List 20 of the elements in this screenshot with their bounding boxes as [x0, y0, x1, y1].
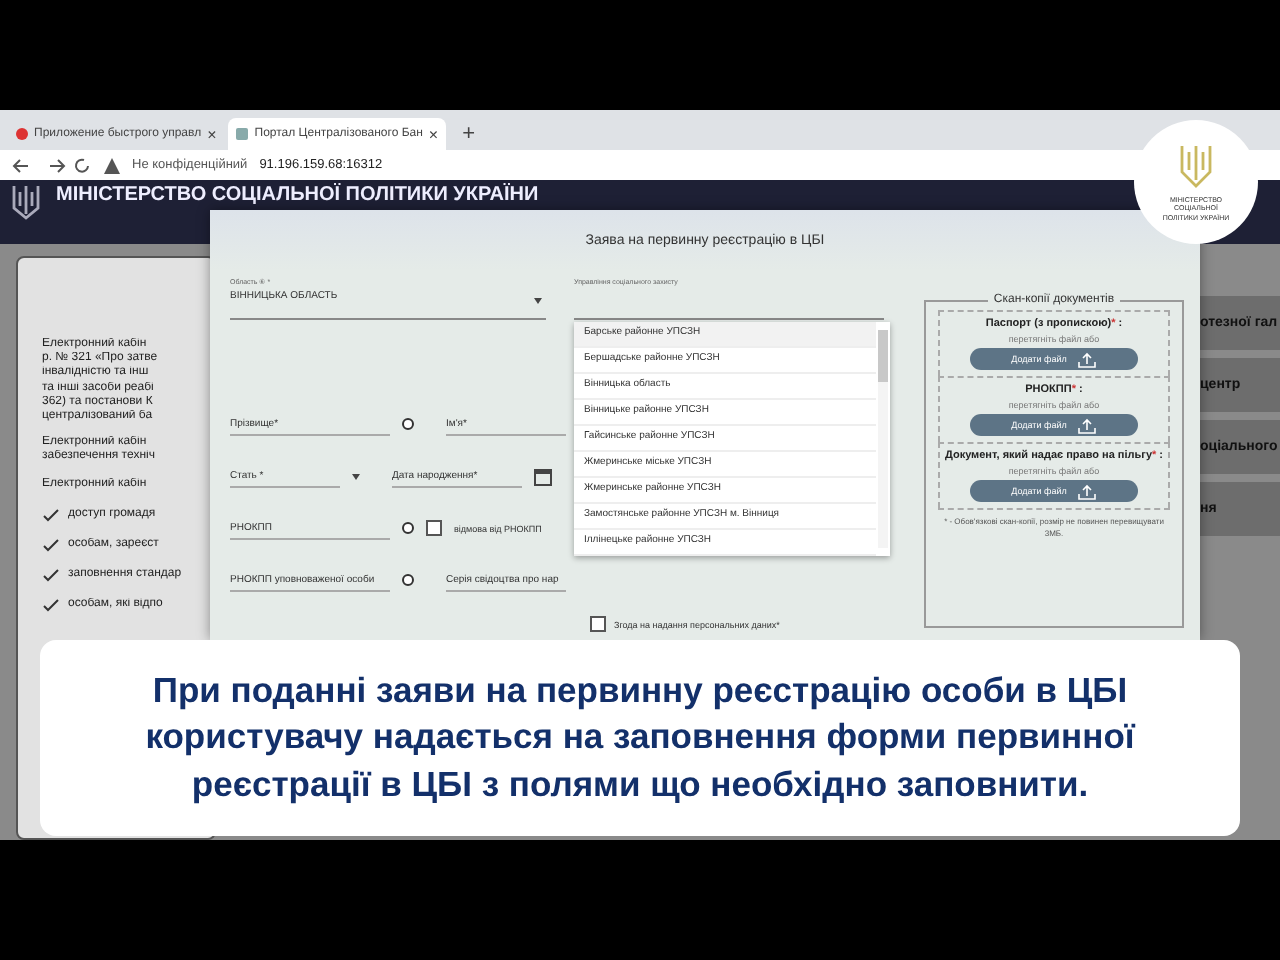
close-icon[interactable]: ×	[428, 125, 439, 143]
trident-icon	[1178, 142, 1214, 191]
checkbox[interactable]	[590, 616, 606, 632]
favicon-icon	[16, 128, 28, 140]
new-tab-button[interactable]: +	[450, 122, 488, 150]
warning-icon	[104, 157, 120, 173]
caret-icon	[534, 298, 542, 304]
navigation-icon[interactable]	[12, 155, 92, 175]
upload-icon	[1078, 351, 1097, 367]
trident-icon	[12, 184, 40, 220]
upload-icon	[1078, 417, 1097, 433]
scrollbar[interactable]	[878, 330, 888, 548]
favicon-icon	[236, 128, 249, 140]
site-title: МІНІСТЕРСТВО СОЦІАЛЬНОЇ ПОЛІТИКИ УКРАЇНИ	[56, 184, 539, 206]
caption-text: При поданні заяви на первинну реєстрацію особи в ЦБІ користувачу надається на заповнення форми первинної реєстрації в ЦБІ з полями що необхідно заповнити.	[143, 667, 1138, 808]
caret-icon	[352, 473, 360, 479]
upload-icon	[1078, 483, 1097, 499]
checkbox[interactable]	[426, 520, 442, 536]
calendar-icon[interactable]	[534, 467, 552, 485]
close-icon[interactable]: ×	[207, 125, 217, 143]
